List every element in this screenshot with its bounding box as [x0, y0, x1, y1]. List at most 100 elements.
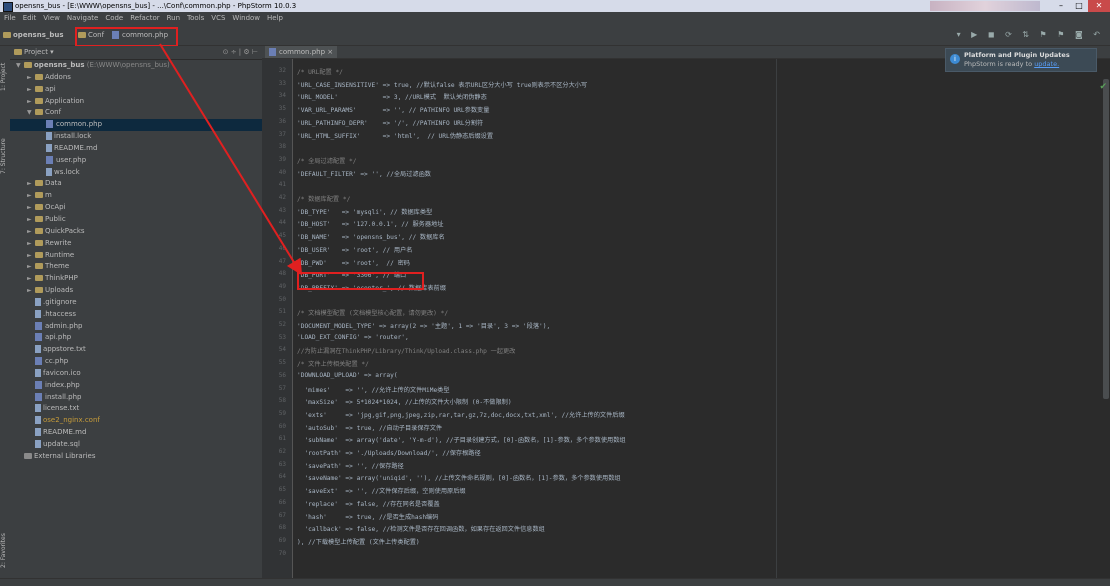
project-tool-tab[interactable]: 1: Project [0, 52, 10, 102]
menu-help[interactable]: Help [263, 12, 286, 25]
tree-item[interactable]: ► Application [10, 96, 262, 108]
code-line: 'saveExt' => '', //文件保存后缀，空则使用原后缀 [297, 488, 466, 496]
maximize-icon[interactable]: □ [1070, 0, 1088, 12]
panel-actions[interactable]: ⊙ ÷ | ⚙ ⊢ [223, 46, 258, 59]
tree-item[interactable]: README.md [10, 427, 262, 439]
tree-item-label: ThinkPHP [45, 274, 78, 283]
code-line: 'autoSub' => true, //自动子目录保存文件 [297, 424, 443, 432]
expand-right-icon[interactable]: ► [27, 238, 35, 250]
menu-view[interactable]: View [39, 12, 63, 25]
tree-item-label: Theme [45, 262, 70, 271]
folder-icon [35, 85, 43, 92]
tree-item[interactable]: cc.php [10, 356, 262, 368]
menu-file[interactable]: File [0, 12, 19, 25]
expand-right-icon[interactable]: ► [27, 273, 35, 285]
tree-item[interactable]: ► Theme [10, 261, 262, 273]
favorites-tool-tab[interactable]: 2: Favorites [0, 526, 10, 576]
line-number: 57 [278, 384, 286, 392]
editor-tab-common-php[interactable]: common.php × [265, 46, 338, 58]
tree-item[interactable]: common.php [10, 119, 262, 132]
editor-scrollbar[interactable] [1102, 59, 1110, 578]
update-link[interactable]: update. [1034, 60, 1059, 68]
tree-item-label: ws.lock [54, 167, 80, 176]
tree-item[interactable]: README.md [10, 143, 262, 155]
tree-item[interactable]: ► api [10, 84, 262, 96]
code-line: /* 文件上传相关配置 */ [297, 361, 369, 369]
expand-right-icon[interactable]: ► [27, 178, 35, 190]
code-line: 'mimes' => '', //允许上传的文件MiMe类型 [297, 386, 450, 394]
folder-icon [3, 32, 11, 38]
project-panel-header: Project ▾ ⊙ ÷ | ⚙ ⊢ [10, 46, 262, 60]
line-number: 48 [278, 270, 286, 278]
tree-item[interactable]: license.txt [10, 403, 262, 415]
expand-right-icon[interactable]: ► [27, 250, 35, 262]
menu-window[interactable]: Window [228, 12, 263, 25]
update-notification[interactable]: i Platform and Plugin Updates PhpStorm i… [945, 48, 1097, 72]
tree-item[interactable]: External Libraries [10, 451, 262, 463]
tree-item[interactable]: index.php [10, 380, 262, 392]
expand-right-icon[interactable]: ► [27, 84, 35, 96]
expand-right-icon[interactable]: ► [27, 190, 35, 202]
menu-refactor[interactable]: Refactor [126, 12, 162, 25]
tree-item[interactable]: ► Uploads [10, 285, 262, 297]
php-file-icon [35, 333, 42, 342]
line-number: 52 [278, 321, 286, 328]
menu-navigate[interactable]: Navigate [63, 12, 101, 25]
expand-right-icon[interactable]: ► [27, 285, 35, 297]
tree-item[interactable]: admin.php [10, 321, 262, 333]
right-margin-guide [776, 59, 777, 578]
tree-item[interactable]: update.sql [10, 439, 262, 451]
tree-item[interactable]: appstore.txt [10, 344, 262, 356]
menu-run[interactable]: Run [163, 12, 183, 25]
tree-item[interactable]: user.php [10, 155, 262, 167]
window-title: opensns_bus - [E:\WWW\opensns_bus] - ...… [15, 2, 297, 10]
breadcrumb-project[interactable]: opensns_bus [3, 30, 64, 41]
tree-item[interactable]: ▼ opensns_bus (E:\WWW\opensns_bus) [10, 60, 262, 72]
tree-item-label: .gitignore [43, 297, 77, 306]
expand-right-icon[interactable]: ► [27, 226, 35, 238]
tree-item[interactable]: ws.lock [10, 167, 262, 179]
expand-down-icon[interactable]: ▼ [27, 107, 35, 119]
tree-item[interactable]: install.php [10, 392, 262, 404]
tree-item[interactable]: ► Runtime [10, 250, 262, 262]
expand-right-icon[interactable]: ► [27, 72, 35, 84]
expand-right-icon[interactable]: ► [27, 214, 35, 226]
tree-item[interactable]: ► Addons [10, 72, 262, 84]
menu-code[interactable]: Code [101, 12, 126, 25]
code-area[interactable]: /* URL配置 */ 'URL_CASE_INSENSITIVE' => tru… [297, 59, 1077, 578]
tree-item[interactable]: ose2_nginx.conf [10, 415, 262, 427]
close-icon[interactable]: ✕ [1088, 0, 1110, 12]
tree-item[interactable]: ► OcApi [10, 202, 262, 214]
code-line: 'VAR_URL_PARAMS' => '', // PATHINFO URL参… [297, 107, 490, 115]
tree-item[interactable]: ► ThinkPHP [10, 273, 262, 285]
expand-right-icon[interactable]: ► [27, 96, 35, 108]
expand-right-icon[interactable]: ► [27, 261, 35, 273]
code-line: 'DB_USER' => 'root', // 用户名 [297, 246, 413, 254]
scrollbar-thumb[interactable] [1103, 79, 1109, 399]
project-view-selector[interactable]: Project ▾ [14, 48, 54, 56]
tree-item[interactable]: .gitignore [10, 297, 262, 309]
tree-item[interactable]: ► Rewrite [10, 238, 262, 250]
menu-edit[interactable]: Edit [19, 12, 40, 25]
tree-item[interactable]: favicon.ico [10, 368, 262, 380]
line-number: 34 [278, 92, 286, 100]
tree-item[interactable]: .htaccess [10, 309, 262, 321]
menu-tools[interactable]: Tools [183, 12, 207, 25]
tree-item[interactable]: ► Public [10, 214, 262, 226]
tree-item[interactable]: api.php [10, 332, 262, 344]
run-toolbar[interactable]: ▾ ▶ ◼ ⟳ ⇅ ⚑ ⚑ ◙ ↶ [957, 30, 1104, 39]
tree-item[interactable]: ► Data [10, 178, 262, 190]
tree-item[interactable]: ► m [10, 190, 262, 202]
minimize-icon[interactable]: – [1052, 0, 1070, 12]
menu-vcs[interactable]: VCS [207, 12, 228, 25]
folder-icon [35, 192, 43, 199]
highlight-box-db-pwd [297, 272, 424, 290]
structure-tool-tab[interactable]: 7: Structure [0, 126, 10, 186]
file-icon [46, 143, 52, 152]
tree-item[interactable]: ▼ Conf [10, 107, 262, 119]
tree-item[interactable]: ► QuickPacks [10, 226, 262, 238]
highlight-box-breadcrumb [75, 27, 178, 47]
tree-item[interactable]: install.lock [10, 131, 262, 143]
expand-right-icon[interactable]: ► [27, 202, 35, 214]
expand-down-icon[interactable]: ▼ [16, 60, 24, 72]
